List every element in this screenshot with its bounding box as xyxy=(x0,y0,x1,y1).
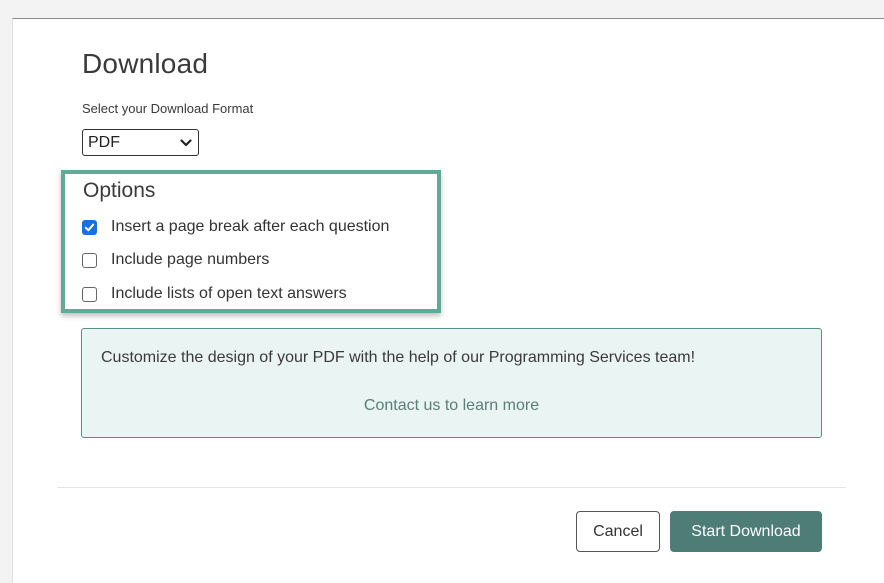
dialog-title: Download xyxy=(82,48,209,79)
format-select-value: PDF xyxy=(88,134,120,151)
contact-link[interactable]: Contact us to learn more xyxy=(82,397,821,415)
option-label: Include page numbers xyxy=(111,251,270,268)
option-label: Insert a page break after each question xyxy=(111,218,390,235)
promo-text: Customize the design of your PDF with th… xyxy=(101,349,696,366)
page-numbers-checkbox[interactable] xyxy=(82,252,97,268)
chevron-down-icon xyxy=(180,139,192,147)
check-icon xyxy=(84,223,95,231)
footer-divider xyxy=(57,487,846,488)
format-label: Select your Download Format xyxy=(82,101,254,116)
download-dialog: Download Select your Download Format PDF… xyxy=(12,18,884,583)
start-download-button[interactable]: Start Download xyxy=(670,511,822,552)
option-page-break[interactable]: Insert a page break after each question xyxy=(82,216,389,238)
option-page-numbers[interactable]: Include page numbers xyxy=(82,249,269,271)
option-open-text[interactable]: Include lists of open text answers xyxy=(82,283,347,305)
format-select[interactable]: PDF xyxy=(82,129,199,156)
open-text-checkbox[interactable] xyxy=(82,286,97,302)
options-panel: Options Insert a page break after each q… xyxy=(61,170,441,313)
page-break-checkbox[interactable] xyxy=(82,219,97,235)
cancel-button[interactable]: Cancel xyxy=(576,511,660,552)
promo-banner: Customize the design of your PDF with th… xyxy=(81,328,822,438)
options-title: Options xyxy=(83,179,156,202)
option-label: Include lists of open text answers xyxy=(111,285,347,302)
